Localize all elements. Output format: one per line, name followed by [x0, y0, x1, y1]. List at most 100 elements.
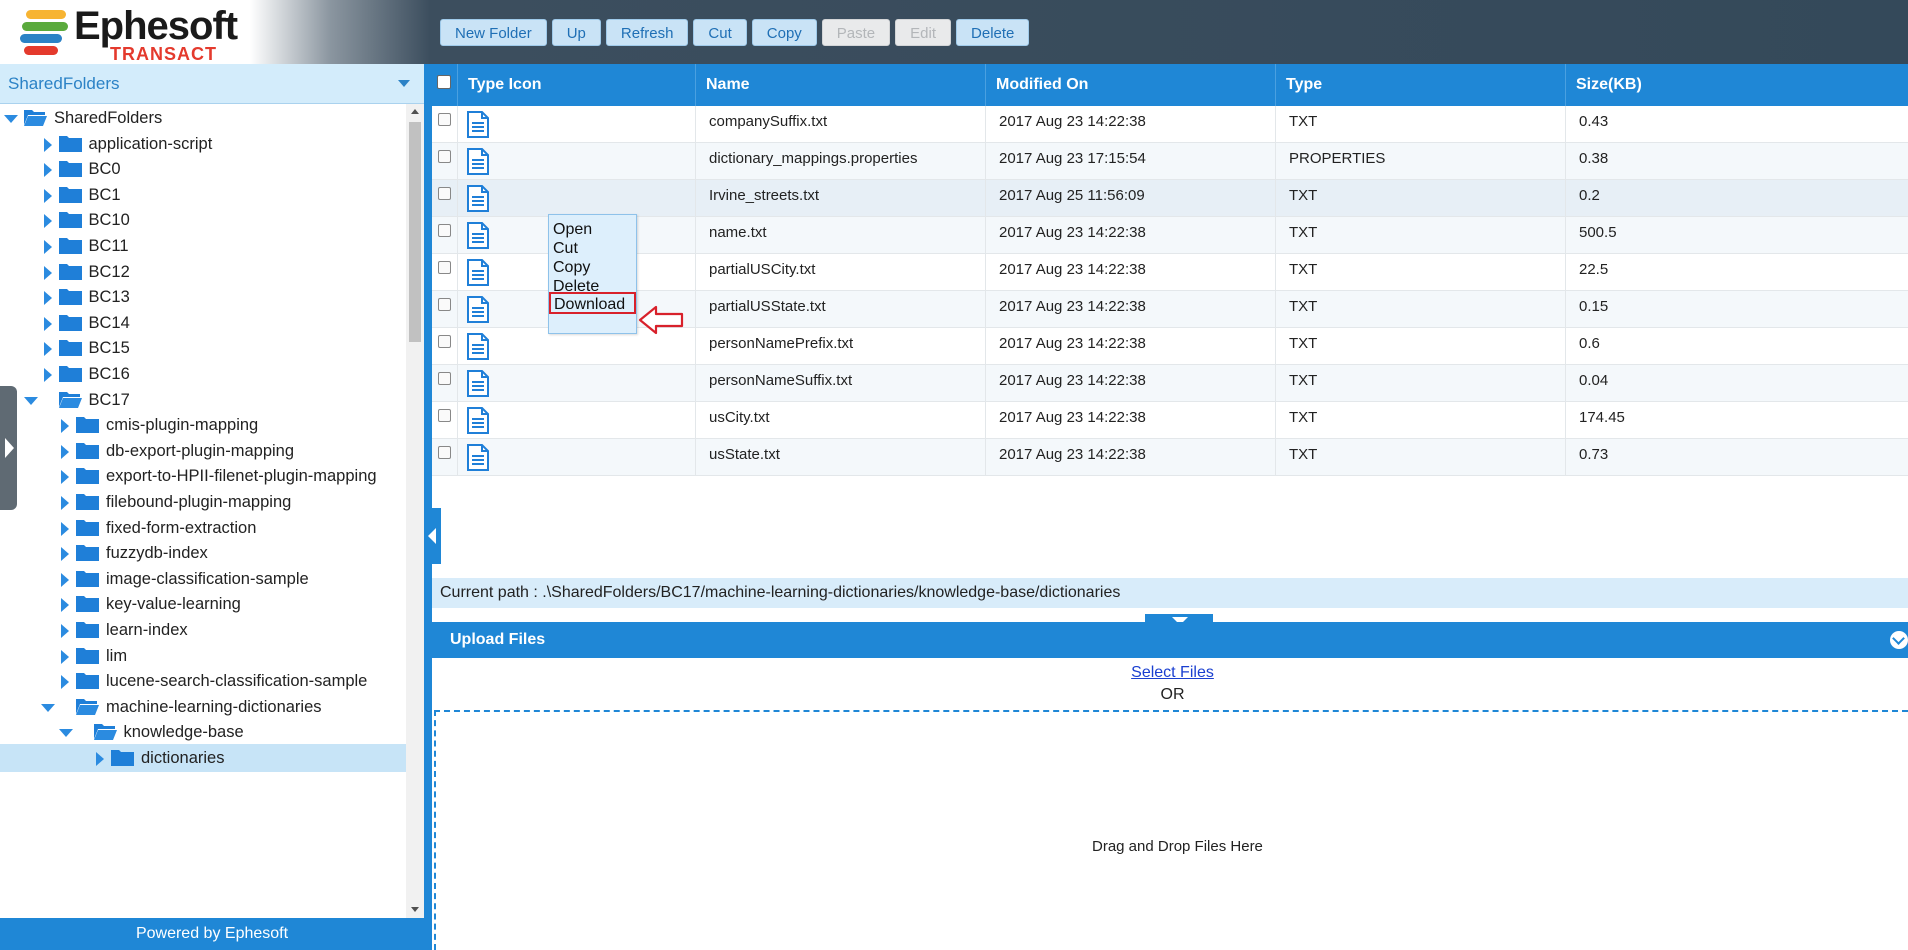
tree-node[interactable]: BC14 — [0, 309, 406, 337]
collapse-arrow-icon[interactable] — [23, 396, 38, 405]
tree-node[interactable]: knowledge-base — [0, 718, 406, 746]
up-button[interactable]: Up — [551, 19, 601, 46]
scroll-up-icon[interactable] — [411, 109, 419, 114]
tree-node[interactable]: BC12 — [0, 258, 406, 286]
tree-node[interactable]: lim — [0, 642, 406, 670]
cut-button[interactable]: Cut — [693, 19, 747, 46]
tree-node[interactable]: key-value-learning — [0, 590, 406, 618]
cell-name[interactable]: companySuffix.txt — [695, 106, 985, 143]
root-folder-select[interactable]: SharedFolders — [0, 64, 424, 104]
row-checkbox[interactable] — [438, 298, 451, 311]
select-all-checkbox[interactable] — [437, 75, 451, 89]
tree-scrollbar-thumb[interactable] — [409, 122, 421, 342]
row-checkbox[interactable] — [438, 261, 451, 274]
row-checkbox[interactable] — [438, 187, 451, 200]
row-checkbox[interactable] — [438, 409, 451, 422]
expand-arrow-icon[interactable] — [61, 649, 69, 664]
tree-node[interactable]: BC11 — [0, 232, 406, 260]
chevron-down-icon[interactable] — [398, 80, 410, 87]
drop-zone[interactable]: Drag and Drop Files Here — [434, 710, 1908, 950]
cell-name[interactable]: dictionary_mappings.properties — [695, 143, 985, 180]
copy-button[interactable]: Copy — [751, 19, 817, 46]
row-checkbox[interactable] — [438, 150, 451, 163]
expand-arrow-icon[interactable] — [61, 470, 69, 485]
tree-node[interactable]: dictionaries — [0, 744, 406, 772]
header-type-icon[interactable]: Type Icon — [457, 64, 695, 106]
expand-arrow-icon[interactable] — [43, 240, 52, 254]
cell-name[interactable]: usState.txt — [695, 439, 985, 476]
tree-node[interactable]: lucene-search-classification-sample — [0, 667, 406, 695]
tree-node[interactable]: image-classification-sample — [0, 565, 406, 593]
select-files-link[interactable]: Select Files — [1100, 664, 1245, 682]
expand-arrow-icon[interactable] — [43, 342, 52, 357]
tree-node[interactable]: export-to-HPII-filenet-plugin-mapping — [0, 462, 406, 490]
expand-arrow-icon[interactable] — [43, 291, 52, 306]
expand-arrow-icon[interactable] — [43, 316, 52, 331]
row-checkbox[interactable] — [438, 224, 451, 237]
expand-arrow-icon[interactable] — [43, 214, 52, 229]
expand-arrow-icon[interactable] — [61, 444, 69, 459]
collapse-chevron-icon[interactable] — [1890, 631, 1908, 649]
refresh-button[interactable]: Refresh — [605, 19, 689, 46]
tree-node[interactable]: fixed-form-extraction — [0, 514, 406, 542]
cell-name[interactable]: personNameSuffix.txt — [695, 365, 985, 402]
tree-scrollbar[interactable] — [406, 104, 424, 918]
expand-arrow-icon[interactable] — [43, 137, 52, 152]
expand-arrow-icon[interactable] — [61, 547, 69, 562]
tree-node[interactable]: BC15 — [0, 334, 406, 362]
tree-node[interactable]: SharedFolders — [0, 104, 406, 132]
expand-arrow-icon[interactable] — [43, 163, 52, 178]
upload-header[interactable]: Upload Files — [432, 622, 1908, 658]
expand-arrow-icon[interactable] — [61, 675, 69, 690]
tree-node[interactable]: BC17 — [0, 386, 406, 414]
cell-name[interactable]: name.txt — [695, 217, 985, 254]
expand-arrow-icon[interactable] — [61, 496, 69, 510]
header-name[interactable]: Name — [695, 64, 985, 106]
tree-node[interactable]: filebound-plugin-mapping — [0, 488, 406, 516]
expand-arrow-icon[interactable] — [61, 572, 69, 587]
expand-arrow-icon[interactable] — [43, 188, 52, 203]
cell-name[interactable]: partialUSCity.txt — [695, 254, 985, 291]
table-row[interactable]: dictionary_mappings.properties 2017 Aug 2… — [432, 143, 1908, 180]
cell-name[interactable]: Irvine_streets.txt — [695, 180, 985, 217]
table-row[interactable]: name.txt 2017 Aug 23 14:22:38 TXT 500.5 — [432, 217, 1908, 254]
tree-node[interactable]: BC13 — [0, 283, 406, 311]
table-row[interactable]: Irvine_streets.txt 2017 Aug 25 11:56:09 TX… — [432, 180, 1908, 217]
collapse-arrow-icon[interactable] — [58, 729, 73, 738]
delete-button[interactable]: Delete — [956, 19, 1030, 46]
table-row[interactable]: partialUSCity.txt 2017 Aug 23 14:22:38 TXT… — [432, 254, 1908, 291]
new-folder-button[interactable]: New Folder — [440, 19, 547, 46]
expand-arrow-icon[interactable] — [61, 419, 69, 434]
tree-node[interactable]: BC0 — [0, 155, 406, 183]
cell-name[interactable]: partialUSState.txt — [695, 291, 985, 328]
header-type[interactable]: Type — [1275, 64, 1565, 106]
table-row[interactable]: companySuffix.txt 2017 Aug 23 14:22:38 TXT… — [432, 106, 1908, 143]
tree-node[interactable]: application-script — [0, 130, 406, 158]
scroll-down-icon[interactable] — [411, 907, 419, 912]
tree-node[interactable]: db-export-plugin-mapping — [0, 437, 406, 465]
row-checkbox[interactable] — [438, 372, 451, 385]
tree-node[interactable]: BC16 — [0, 360, 406, 388]
expand-arrow-icon[interactable] — [61, 521, 69, 536]
expand-arrow-icon[interactable] — [61, 598, 69, 613]
tree-node[interactable]: BC10 — [0, 206, 406, 234]
table-row[interactable]: usState.txt 2017 Aug 23 14:22:38 TXT 0.73 — [432, 439, 1908, 476]
expand-arrow-icon[interactable] — [96, 752, 104, 766]
row-checkbox[interactable] — [438, 335, 451, 348]
table-row[interactable]: personNameSuffix.txt 2017 Aug 23 14:22:38… — [432, 365, 1908, 402]
row-checkbox[interactable] — [438, 113, 451, 126]
header-modified-on[interactable]: Modified On — [985, 64, 1275, 106]
table-row[interactable]: usCity.txt 2017 Aug 23 14:22:38 TXT 174.45 — [432, 402, 1908, 439]
cell-name[interactable]: usCity.txt — [695, 402, 985, 439]
collapse-arrow-icon[interactable] — [4, 115, 18, 123]
expand-arrow-icon[interactable] — [43, 368, 52, 382]
panel-splitter[interactable] — [424, 64, 441, 950]
expand-arrow-icon[interactable] — [61, 624, 69, 638]
tree-node[interactable]: fuzzydb-index — [0, 539, 406, 567]
tree-node[interactable]: cmis-plugin-mapping — [0, 411, 406, 439]
header-size[interactable]: Size(KB) — [1565, 64, 1908, 106]
expand-arrow-icon[interactable] — [43, 265, 52, 280]
cell-name[interactable]: personNamePrefix.txt — [695, 328, 985, 365]
tree-node[interactable]: BC1 — [0, 181, 406, 209]
tree-node[interactable]: machine-learning-dictionaries — [0, 693, 406, 721]
